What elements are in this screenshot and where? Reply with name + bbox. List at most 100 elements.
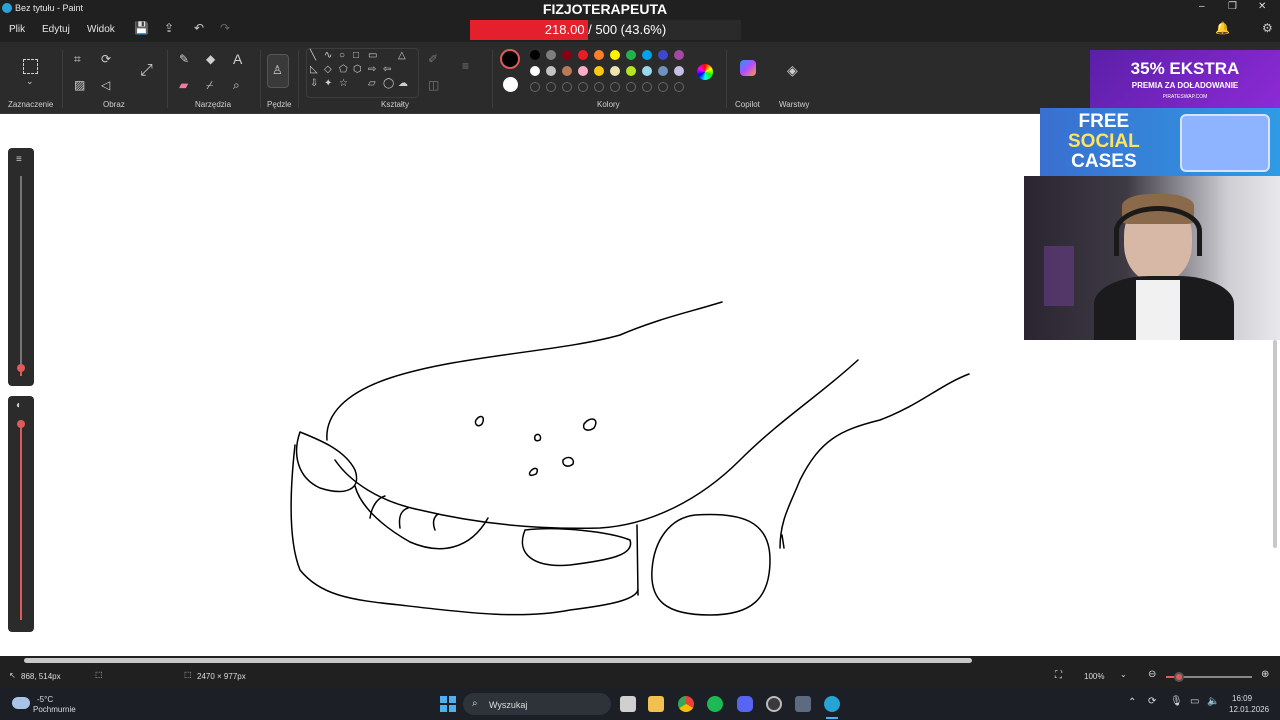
- flip-icon[interactable]: ◁: [101, 78, 110, 92]
- taskbar-search[interactable]: ⌕ Wyszukaj: [463, 693, 611, 715]
- palette-swatch[interactable]: [674, 66, 684, 76]
- weather-icon[interactable]: [12, 697, 30, 709]
- file-explorer-icon[interactable]: [648, 696, 664, 712]
- custom-color-slot[interactable]: [546, 82, 556, 92]
- right-triangle-shape-icon[interactable]: ◺: [310, 64, 318, 75]
- five-point-star-shape-icon[interactable]: ☆: [339, 78, 348, 89]
- text-tool-icon[interactable]: A: [233, 51, 242, 67]
- custom-color-slot[interactable]: [578, 82, 588, 92]
- microphone-icon[interactable]: 🎙: [1170, 696, 1183, 707]
- cloud-callout-shape-icon[interactable]: ☁: [398, 78, 408, 89]
- palette-swatch[interactable]: [578, 66, 588, 76]
- down-arrow-shape-icon[interactable]: ⇩: [310, 78, 318, 89]
- palette-swatch[interactable]: [546, 66, 556, 76]
- fill-icon[interactable]: ◫: [428, 78, 439, 92]
- chrome-icon[interactable]: [678, 696, 694, 712]
- opacity-slider-track[interactable]: [20, 424, 22, 620]
- custom-color-slot[interactable]: [530, 82, 540, 92]
- weather-temp[interactable]: -5°C: [37, 695, 53, 704]
- copilot-icon[interactable]: [740, 60, 756, 76]
- primary-color[interactable]: [500, 49, 520, 69]
- notifications-icon[interactable]: 🔔: [1215, 21, 1230, 35]
- palette-swatch[interactable]: [642, 66, 652, 76]
- palette-swatch[interactable]: [578, 50, 588, 60]
- palette-swatch[interactable]: [610, 66, 620, 76]
- custom-color-slot[interactable]: [642, 82, 652, 92]
- start-button[interactable]: [440, 696, 456, 712]
- custom-color-slot[interactable]: [626, 82, 636, 92]
- rotate-icon[interactable]: ⟳: [101, 52, 111, 66]
- settings-icon[interactable]: ⚙: [1262, 21, 1273, 35]
- custom-color-slot[interactable]: [594, 82, 604, 92]
- chevron-down-icon[interactable]: ⌄: [26, 76, 34, 87]
- fill-bucket-icon[interactable]: ◆: [206, 52, 215, 66]
- task-view-icon[interactable]: [620, 696, 636, 712]
- eraser-icon[interactable]: ▰: [179, 78, 188, 92]
- palette-swatch[interactable]: [530, 50, 540, 60]
- palette-swatch[interactable]: [562, 50, 572, 60]
- layers-icon[interactable]: ◈: [787, 62, 798, 79]
- crop-icon[interactable]: ⌗: [74, 52, 81, 67]
- palette-swatch[interactable]: [546, 50, 556, 60]
- curve-shape-icon[interactable]: ∿: [324, 50, 332, 61]
- size-slider-track[interactable]: [20, 176, 22, 372]
- clock-time[interactable]: 16:09: [1232, 694, 1252, 703]
- palette-swatch[interactable]: [658, 66, 668, 76]
- menu-file[interactable]: Plik: [9, 24, 25, 35]
- clock-date[interactable]: 12.01.2026: [1229, 705, 1269, 714]
- hexagon-shape-icon[interactable]: ⬡: [353, 64, 362, 75]
- oval-callout-shape-icon[interactable]: ◯: [383, 78, 394, 89]
- callout-shape-icon[interactable]: ▱: [368, 78, 376, 89]
- brush-button[interactable]: ♙: [267, 54, 289, 88]
- custom-color-slot[interactable]: [658, 82, 668, 92]
- stroke-size-icon[interactable]: ≡: [462, 59, 469, 73]
- fit-to-window-icon[interactable]: ⛶: [1055, 670, 1062, 681]
- network-icon[interactable]: ▭: [1190, 696, 1199, 707]
- triangle-shape-icon[interactable]: △: [398, 50, 406, 61]
- discord-icon[interactable]: [737, 696, 753, 712]
- opacity-slider-thumb[interactable]: [17, 420, 25, 428]
- secondary-color[interactable]: [503, 77, 518, 92]
- pencil-icon[interactable]: ✎: [179, 52, 189, 66]
- background-removal-icon[interactable]: ▨: [74, 78, 85, 92]
- custom-color-slot[interactable]: [562, 82, 572, 92]
- outline-icon[interactable]: ✐: [428, 52, 438, 66]
- line-shape-icon[interactable]: ╲: [310, 50, 316, 61]
- paint-taskbar-icon[interactable]: [824, 696, 840, 712]
- share-icon[interactable]: ⇪: [164, 21, 174, 35]
- palette-swatch[interactable]: [674, 50, 684, 60]
- magnifier-icon[interactable]: ⌕: [233, 78, 240, 93]
- zoom-in-icon[interactable]: ⊕: [1261, 669, 1269, 680]
- horizontal-scroll-thumb[interactable]: [24, 658, 972, 663]
- size-slider-thumb[interactable]: [17, 364, 25, 372]
- left-arrow-shape-icon[interactable]: ⇦: [383, 64, 391, 75]
- redo-icon[interactable]: ↷: [220, 21, 230, 35]
- obs-icon[interactable]: [766, 696, 782, 712]
- weather-desc[interactable]: Pochmurnie: [33, 705, 76, 714]
- menu-view[interactable]: Widok: [87, 24, 115, 35]
- palette-swatch[interactable]: [626, 50, 636, 60]
- custom-color-slot[interactable]: [674, 82, 684, 92]
- palette-swatch[interactable]: [626, 66, 636, 76]
- palette-swatch[interactable]: [562, 66, 572, 76]
- image-resize-icon[interactable]: ⤢: [140, 62, 153, 80]
- chevron-down-icon[interactable]: ⌄: [1120, 670, 1127, 679]
- palette-swatch[interactable]: [658, 50, 668, 60]
- zoom-slider-thumb[interactable]: [1174, 672, 1184, 682]
- close-button[interactable]: ✕: [1258, 1, 1266, 12]
- chevron-up-icon[interactable]: ⌃: [1128, 697, 1136, 708]
- rounded-rect-shape-icon[interactable]: ▭: [368, 50, 377, 61]
- palette-swatch[interactable]: [610, 50, 620, 60]
- diamond-shape-icon[interactable]: ◇: [324, 64, 332, 75]
- custom-color-slot[interactable]: [610, 82, 620, 92]
- maximize-button[interactable]: ❐: [1228, 1, 1237, 12]
- undo-icon[interactable]: ↶: [194, 21, 204, 35]
- rectangle-shape-icon[interactable]: □: [353, 50, 359, 61]
- palette-swatch[interactable]: [594, 50, 604, 60]
- right-arrow-shape-icon[interactable]: ⇨: [368, 64, 376, 75]
- volume-icon[interactable]: 🔈: [1207, 696, 1219, 707]
- zoom-level[interactable]: 100%: [1084, 672, 1104, 681]
- menu-edit[interactable]: Edytuj: [42, 24, 70, 35]
- spotify-icon[interactable]: [707, 696, 723, 712]
- save-icon[interactable]: 💾: [134, 21, 149, 35]
